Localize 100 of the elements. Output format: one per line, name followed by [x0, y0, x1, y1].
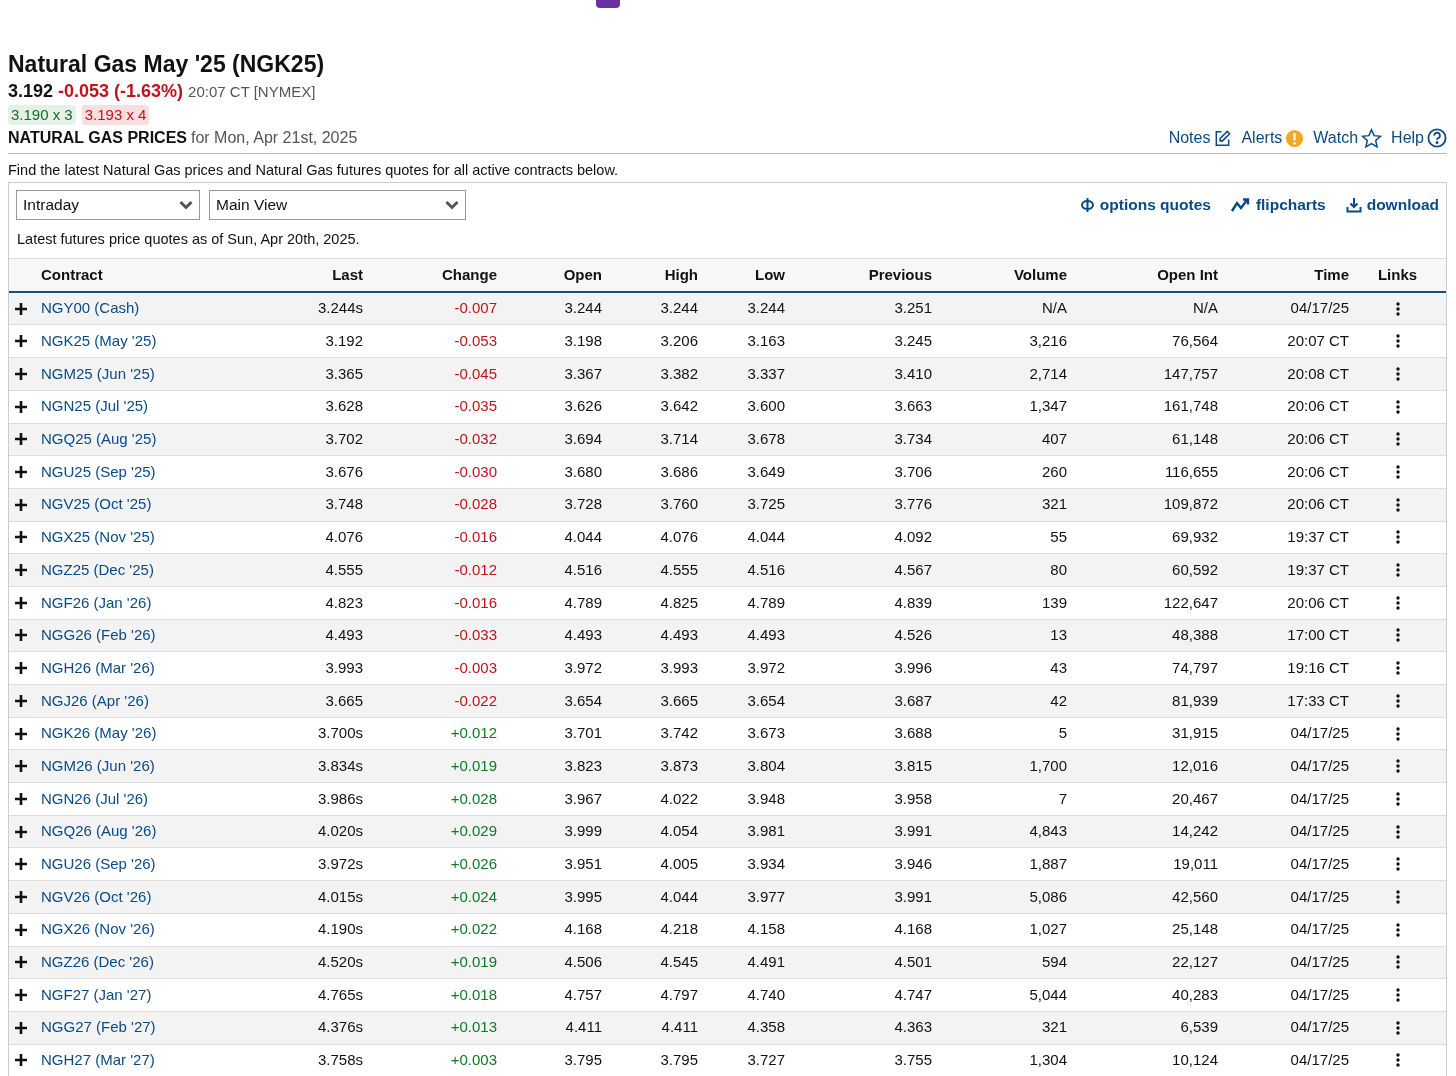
chevron-icon — [445, 200, 459, 210]
table-cell-text: 4.520s — [316, 952, 363, 973]
contract-link[interactable]: NGQ25 (Aug '25) — [33, 428, 157, 451]
table-cell-text: 4.516 — [563, 559, 602, 580]
table-cell-text: 04/17/25 — [1289, 755, 1349, 776]
table-cell-text: -0.053 — [453, 331, 497, 352]
table-cell-text: +0.003 — [449, 1050, 497, 1071]
table-cell-text: 4.789 — [563, 592, 602, 613]
download-icon — [1345, 197, 1362, 213]
table-cell-text: 3.991 — [893, 886, 932, 907]
table-cell-text: 4.740 — [746, 984, 785, 1005]
contract-link[interactable]: NGN25 (Jul '25) — [33, 395, 149, 418]
action-link[interactable]: Watch — [1313, 126, 1383, 150]
table-cell-text: 4.411 — [660, 1017, 698, 1038]
table-cell-text: 3.760 — [659, 494, 698, 515]
contract-link[interactable]: NGN26 (Jul '26) — [33, 787, 149, 811]
contract-link[interactable]: NGM25 (Jun '25) — [33, 362, 155, 386]
table-cell-text: 3.981 — [746, 821, 785, 842]
table-cell-text: 3.654 — [746, 690, 785, 711]
table-cell-text: 3.804 — [746, 755, 785, 776]
contract-link[interactable]: NGZ26 (Dec '26) — [33, 951, 154, 974]
contract-link[interactable]: NGY00 (Cash) — [33, 297, 140, 320]
contract-link[interactable]: NGH26 (Mar '26) — [33, 656, 155, 680]
table-cell-text: 3.382 — [659, 363, 698, 384]
table-cell-text: 4.765s — [316, 984, 363, 1005]
table-cell-text: 4.076 — [324, 527, 363, 548]
table-cell-text: 4.825 — [659, 592, 698, 613]
table-cell-text: 5 — [1057, 723, 1067, 744]
table-cell-text: 3.977 — [746, 886, 785, 907]
table-cell-text: +0.029 — [449, 821, 497, 842]
table-cell-text: 42 — [1049, 690, 1067, 711]
contract-link[interactable]: NGU26 (Sep '26) — [33, 853, 156, 876]
table-cell-text: 3.946 — [893, 854, 932, 875]
tool-link[interactable]: download — [1345, 193, 1439, 217]
table-cell-text: 04/17/25 — [1289, 788, 1349, 809]
table-cell-text: -0.030 — [453, 461, 497, 482]
table-cell-text: 3.663 — [893, 396, 932, 417]
table-cell-text: 4.567 — [893, 559, 932, 580]
action-link[interactable]: Help — [1391, 126, 1447, 150]
table-cell-text: 3.367 — [563, 363, 602, 384]
contract-link[interactable]: NGX25 (Nov '25) — [33, 526, 155, 549]
table-cell-text: 04/17/25 — [1289, 821, 1349, 842]
table-cell-text: 04/17/25 — [1289, 1017, 1349, 1038]
marker-shape — [596, 0, 620, 8]
table-cell-text: 3.823 — [563, 755, 602, 776]
contract-link[interactable]: NGM26 (Jun '26) — [33, 754, 155, 778]
table-cell-text: 3.795 — [659, 1050, 698, 1071]
table-cell-text: 4.789 — [746, 592, 785, 613]
column-header: Change — [441, 264, 497, 285]
view-dropdown[interactable]: Main View — [209, 190, 466, 220]
contract-link[interactable]: NGX26 (Nov '26) — [33, 918, 155, 941]
view-dropdown[interactable]: Intraday — [16, 190, 200, 220]
table-cell-text: 3.993 — [324, 657, 363, 678]
table-cell-text: 3.642 — [659, 396, 698, 417]
table-cell-text: 3.654 — [563, 690, 602, 711]
contract-link[interactable]: NGZ25 (Dec '25) — [33, 558, 154, 582]
table-cell-text: 3.728 — [563, 494, 602, 515]
table-cell-text: 61,148 — [1171, 429, 1218, 450]
contract-link[interactable]: NGV25 (Oct '25) — [33, 493, 152, 516]
contract-link[interactable]: NGJ26 (Apr '26) — [33, 689, 149, 713]
contract-link[interactable]: NGF26 (Jan '26) — [33, 591, 152, 615]
table-cell-text: 321 — [1040, 1017, 1067, 1038]
contract-link[interactable]: NGU25 (Sep '25) — [33, 460, 156, 484]
table-cell-text: 76,564 — [1171, 331, 1218, 352]
table-cell-text: 4.491 — [746, 952, 785, 973]
table-cell-text: 3.665 — [659, 690, 698, 711]
help-icon — [1427, 128, 1447, 148]
contract-link[interactable]: NGG26 (Feb '26) — [33, 624, 156, 647]
table-cell-text: 04/17/25 — [1289, 298, 1349, 319]
contract-link[interactable]: NGF27 (Jan '27) — [33, 983, 152, 1007]
table-cell-text: 3.873 — [659, 755, 698, 776]
table-cell-text: 1,887 — [1028, 854, 1067, 875]
table-cell-text: 40,283 — [1171, 984, 1218, 1005]
table-cell-text: 17:00 CT — [1286, 625, 1349, 646]
tool-link[interactable]: options quotes — [1079, 193, 1211, 217]
table-cell-text: 3.834s — [316, 755, 363, 776]
contract-link[interactable]: NGH27 (Mar '27) — [33, 1049, 155, 1072]
table-cell-text: 4.092 — [893, 527, 932, 548]
table-cell-text: -0.016 — [453, 527, 497, 548]
action-link[interactable]: Notes — [1168, 126, 1233, 150]
table-cell-text: 3.972s — [316, 854, 363, 875]
table-cell-text: 3.600 — [746, 396, 785, 417]
contract-link[interactable]: NGK25 (May '25) — [33, 330, 157, 353]
notes-icon — [1213, 128, 1233, 148]
table-cell-text: 3.687 — [893, 690, 932, 711]
action-link[interactable]: Alerts — [1241, 126, 1305, 150]
contract-link[interactable]: NGV26 (Oct '26) — [33, 885, 152, 909]
table-cell-text: 3.701 — [563, 723, 602, 744]
table-cell-text: +0.012 — [449, 723, 497, 744]
table-cell-text: 3.934 — [746, 854, 785, 875]
table-cell-text: 20:06 CT — [1286, 592, 1349, 613]
contract-link[interactable]: NGG27 (Feb '27) — [33, 1016, 156, 1039]
contract-link[interactable]: NGK26 (May '26) — [33, 722, 157, 745]
table-cell-text: 3.673 — [746, 723, 785, 744]
table-cell-text: 55 — [1049, 527, 1067, 548]
table-cell-text: 3.163 — [746, 331, 785, 352]
table-cell-text: 4.545 — [659, 952, 698, 973]
contract-link[interactable]: NGQ26 (Aug '26) — [33, 820, 157, 843]
table-cell-text: 161,748 — [1162, 396, 1218, 417]
tool-link[interactable]: flipcharts — [1230, 193, 1326, 217]
